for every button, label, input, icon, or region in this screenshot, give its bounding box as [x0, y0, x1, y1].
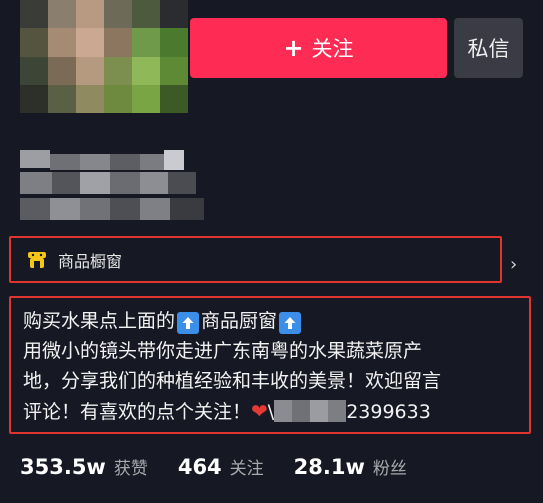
stat-label: 获赞: [113, 458, 148, 479]
plus-icon: +: [283, 34, 304, 62]
message-button[interactable]: 私信: [454, 18, 523, 78]
follow-button[interactable]: + 关注: [190, 18, 447, 78]
shop-label: 商品橱窗: [58, 251, 123, 271]
bio-line: 地，分享我们的种植经验和丰收的美景！欢迎留言: [23, 370, 442, 392]
stat-followers[interactable]: 28.1w 粉丝: [294, 454, 407, 479]
up-arrow-icon: [177, 312, 200, 334]
stat-value: 464: [177, 454, 222, 479]
bio-line: 购买水果点上面的 商品厨窗: [23, 306, 529, 336]
stat-value: 28.1w: [293, 454, 365, 479]
chevron-right-icon[interactable]: ›: [510, 256, 522, 274]
bio-line: 用微小的镜头带你走进广东南粤的水果蔬菜原产: [23, 340, 423, 362]
redacted-contact: [274, 400, 347, 422]
redacted-username: [20, 150, 206, 225]
bio-text: 购买水果点上面的: [23, 310, 176, 332]
follow-button-label: 关注: [311, 37, 354, 61]
message-button-label: 私信: [467, 37, 510, 61]
heart-icon: ❤: [251, 399, 268, 423]
stat-likes[interactable]: 353.5w 获赞: [20, 454, 148, 479]
profile-stats: 353.5w 获赞 464 关注 28.1w 粉丝: [20, 448, 437, 484]
shop-icon: [26, 249, 48, 271]
bio-text: 2399633: [346, 401, 431, 423]
bio-line: 评论！有喜欢的点个关注！❤\ 2399633: [23, 396, 529, 427]
stat-value: 353.5w: [20, 454, 106, 479]
stat-following[interactable]: 464 关注: [178, 454, 264, 479]
stat-label: 粉丝: [372, 458, 407, 479]
up-arrow-icon: [279, 312, 302, 334]
bio-text: 评论！有喜欢的点个关注！: [23, 401, 252, 423]
avatar[interactable]: [20, 0, 188, 113]
stat-label: 关注: [229, 458, 264, 479]
profile-bio: 购买水果点上面的 商品厨窗 用微小的镜头带你走进广东南粤的水果蔬菜原产 地，分享我…: [9, 296, 531, 434]
bio-text: 商品厨窗: [201, 310, 278, 332]
product-showcase-entry[interactable]: 商品橱窗: [9, 236, 502, 283]
